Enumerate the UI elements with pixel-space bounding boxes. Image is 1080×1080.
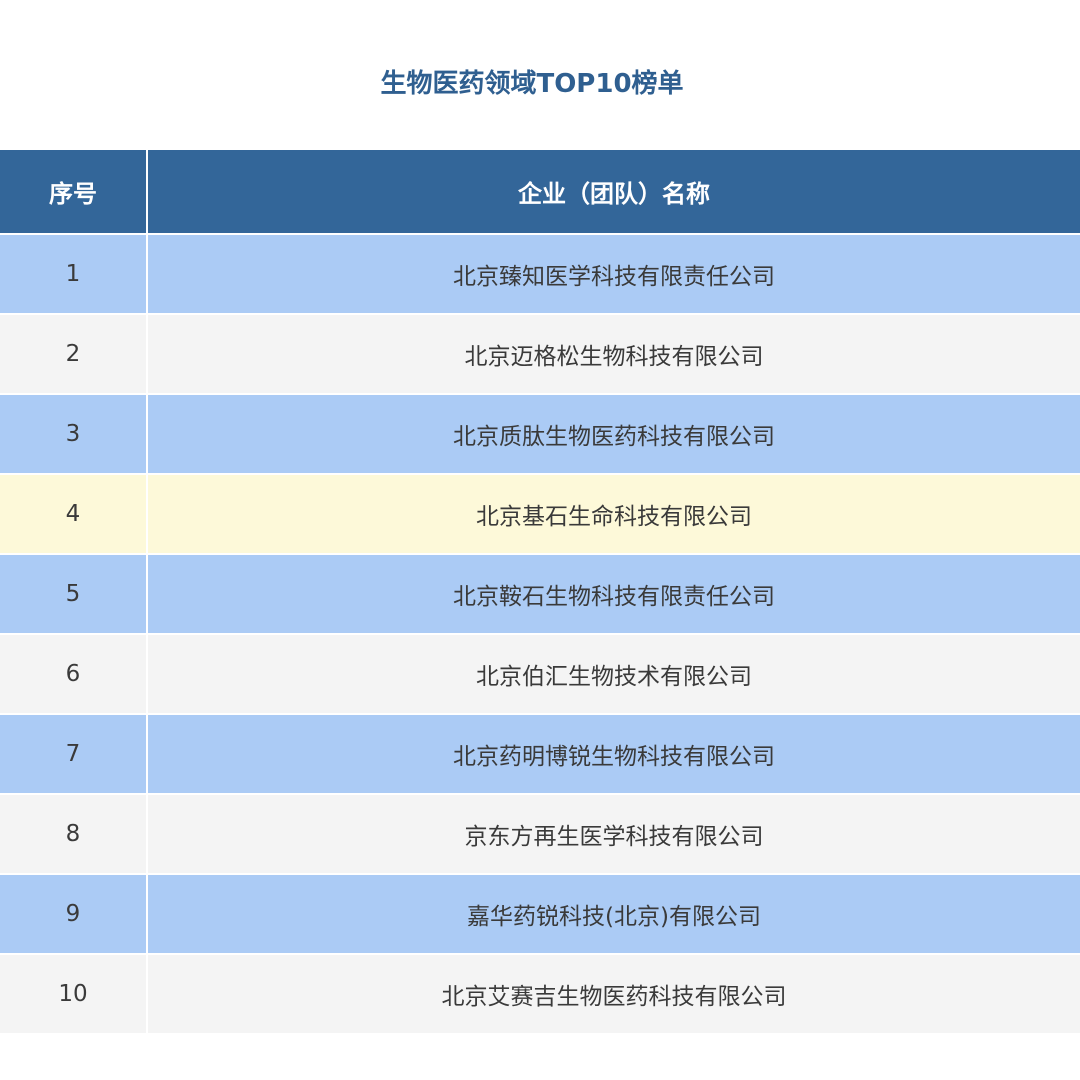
row-seq: 3 — [0, 394, 148, 475]
table-row: 3 北京质肽生物医药科技有限公司 — [0, 394, 1080, 475]
row-company-name: 京东方再生医学科技有限公司 — [147, 794, 1080, 875]
row-seq: 9 — [0, 874, 148, 955]
table-row: 9 嘉华药锐科技(北京)有限公司 — [0, 874, 1080, 955]
row-company-name: 北京迈格松生物科技有限公司 — [147, 314, 1080, 395]
row-company-name: 嘉华药锐科技(北京)有限公司 — [147, 874, 1080, 955]
ranking-table: 序号 企业（团队）名称 1 北京臻知医学科技有限责任公司 2 北京迈格松生物科技有限公… — [0, 150, 1080, 1035]
table-row: 7 北京药明博锐生物科技有限公司 — [0, 714, 1080, 795]
table-body: 1 北京臻知医学科技有限责任公司 2 北京迈格松生物科技有限公司 3 北京质肽生物医药科技… — [0, 233, 1080, 1035]
row-company-name: 北京质肽生物医药科技有限公司 — [147, 394, 1080, 475]
table-row: 2 北京迈格松生物科技有限公司 — [0, 314, 1080, 395]
table-header-row: 序号 企业（团队）名称 — [0, 150, 1080, 234]
table-row: 6 北京伯汇生物技术有限公司 — [0, 634, 1080, 715]
row-company-name: 北京药明博锐生物科技有限公司 — [147, 714, 1080, 795]
row-company-name: 北京伯汇生物技术有限公司 — [147, 634, 1080, 715]
row-company-name: 北京鞍石生物科技有限责任公司 — [147, 554, 1080, 635]
table-row: 5 北京鞍石生物科技有限责任公司 — [0, 554, 1080, 635]
header-seq: 序号 — [0, 150, 148, 234]
table-row: 8 京东方再生医学科技有限公司 — [0, 794, 1080, 875]
table-row: 10 北京艾赛吉生物医药科技有限公司 — [0, 954, 1080, 1035]
row-seq: 10 — [0, 954, 148, 1035]
row-seq: 4 — [0, 474, 148, 555]
table-row: 1 北京臻知医学科技有限责任公司 — [0, 233, 1080, 315]
row-seq: 7 — [0, 714, 148, 795]
table-row: 4 北京基石生命科技有限公司 — [0, 474, 1080, 555]
row-seq: 6 — [0, 634, 148, 715]
row-company-name: 北京臻知医学科技有限责任公司 — [147, 233, 1080, 315]
row-seq: 5 — [0, 554, 148, 635]
row-company-name: 北京艾赛吉生物医药科技有限公司 — [147, 954, 1080, 1035]
row-seq: 1 — [0, 233, 148, 315]
page-title: 生物医药领域TOP10榜单 — [380, 69, 684, 99]
row-seq: 8 — [0, 794, 148, 875]
header-name: 企业（团队）名称 — [147, 150, 1080, 234]
row-company-name: 北京基石生命科技有限公司 — [147, 474, 1080, 555]
row-seq: 2 — [0, 314, 148, 395]
